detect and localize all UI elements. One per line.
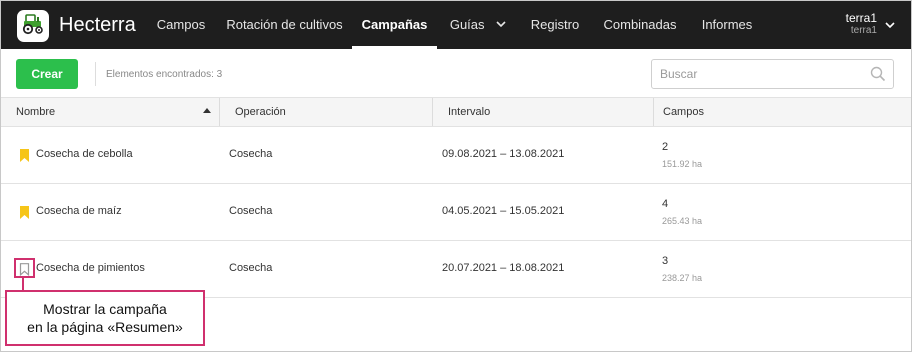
nav-combinadas[interactable]: Combinadas [597,1,683,49]
fields-count: 2 [662,141,669,153]
user-sub: terra1 [850,25,877,36]
chevron-down-icon [496,2,506,50]
items-found-count: Elementos encontrados: 3 [106,69,223,80]
bookmark-filled-icon[interactable] [19,149,30,167]
top-navigation-bar: Hecterra Campos Rotación de cultivos Cam… [1,1,911,49]
nav-guias[interactable]: Guías [442,1,514,49]
callout-highlight [14,258,35,278]
chevron-down-icon [885,16,895,34]
column-header-intervalo[interactable]: Intervalo [433,98,654,126]
fields-count: 3 [662,255,669,267]
nav-label: Guías [449,17,485,32]
nav-label: Campañas [361,17,428,32]
campaign-name[interactable]: Cosecha de cebolla [36,148,133,160]
tractor-icon [21,13,45,40]
column-header-label: Campos [663,106,704,118]
user-name: terra1 [845,11,877,25]
fields-area: 265.43 ha [662,216,703,226]
nav-registro[interactable]: Registro [521,1,589,49]
nav-label: Rotación de cultivos [226,17,343,32]
brand-name: Hecterra [59,14,136,36]
bookmark-filled-icon[interactable] [19,206,30,224]
nav-informes[interactable]: Informes [691,1,763,49]
callout-connector [22,277,24,291]
callout-text: Mostrar la campaña en la página «Resumen… [19,300,191,336]
campaign-interval: 20.07.2021 – 18.08.2021 [442,262,565,274]
table-row[interactable]: Cosecha de cebolla Cosecha 09.08.2021 – … [1,127,911,184]
callout-line-1: Mostrar la campaña [43,301,167,317]
campaign-interval: 09.08.2021 – 13.08.2021 [442,148,565,160]
nav-campanas[interactable]: Campañas [352,1,437,49]
user-menu[interactable]: terra1 terra1 [846,11,895,36]
toolbar-divider [95,62,96,86]
app-logo[interactable] [17,10,49,42]
campaign-name[interactable]: Cosecha de pimientos [36,262,145,274]
campaign-operation: Cosecha [229,148,273,160]
search-icon[interactable] [870,66,886,87]
column-header-label: Operación [235,106,286,118]
column-header-label: Nombre [16,106,56,118]
search-box [651,59,894,89]
callout-line-2: en la página «Resumen» [27,319,183,335]
column-header-operacion[interactable]: Operación [220,98,433,126]
column-header-nombre[interactable]: Nombre [1,98,220,126]
column-header-campos[interactable]: Campos [654,98,911,126]
fields-area: 151.92 ha [662,159,703,169]
table-header: Nombre Operación Intervalo Campos [1,97,911,127]
column-header-label: Intervalo [448,106,491,118]
campaign-name[interactable]: Cosecha de maíz [36,205,122,217]
nav-label: Registro [530,17,580,32]
search-input[interactable] [660,65,860,83]
fields-count: 4 [662,198,669,210]
nav-rotacion-de-cultivos[interactable]: Rotación de cultivos [222,1,347,49]
campaign-operation: Cosecha [229,262,273,274]
table-row[interactable]: Cosecha de maíz Cosecha 04.05.2021 – 15.… [1,184,911,241]
nav-label: Informes [701,17,753,32]
nav-label: Campos [156,17,206,32]
nav-campos[interactable]: Campos [146,1,216,49]
campaign-operation: Cosecha [229,205,273,217]
nav-label: Combinadas [603,17,677,32]
campaign-interval: 04.05.2021 – 15.05.2021 [442,205,565,217]
callout-box: Mostrar la campaña en la página «Resumen… [5,290,205,346]
sort-ascending-icon[interactable] [203,108,211,113]
create-button[interactable]: Crear [16,59,78,89]
fields-area: 238.27 ha [662,273,703,283]
